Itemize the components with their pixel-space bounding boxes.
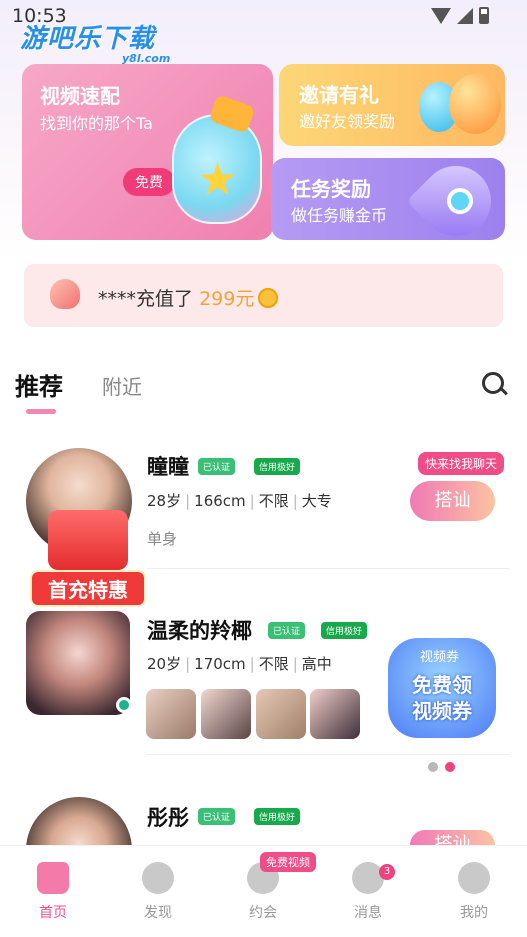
unread-count-badge: 3 bbox=[379, 864, 395, 880]
nav-home[interactable]: 首页 bbox=[13, 862, 93, 922]
coupon-tag: 视频券 bbox=[420, 650, 460, 665]
credit-badge: 信用极好 bbox=[254, 458, 301, 475]
user-education: 大专 bbox=[301, 492, 332, 510]
status-icons bbox=[431, 7, 489, 24]
user-height: 170cm bbox=[194, 655, 246, 673]
nav-label: 约会 bbox=[249, 905, 277, 921]
active-tab-indicator bbox=[26, 409, 56, 414]
chat-invite-bubble: 快来找我聊天 bbox=[418, 452, 505, 475]
home-icon bbox=[37, 862, 69, 894]
signal-icon bbox=[457, 7, 473, 24]
promo-pager bbox=[428, 762, 455, 772]
invite-reward-card[interactable]: 邀请有礼 邀好友领奖励 bbox=[279, 64, 505, 146]
chat-button[interactable]: 搭讪 bbox=[410, 481, 495, 521]
free-badge: 免费 bbox=[123, 168, 175, 196]
video-match-subtitle: 找到你的那个Ta bbox=[40, 114, 153, 133]
user-age: 28岁 bbox=[147, 492, 182, 510]
task-reward-card[interactable]: 任务奖励 做任务赚金币 bbox=[271, 158, 505, 240]
search-button[interactable] bbox=[480, 370, 508, 398]
task-subtitle: 做任务赚金币 bbox=[291, 206, 388, 225]
pager-dot-active[interactable] bbox=[445, 762, 455, 772]
nav-label: 首页 bbox=[39, 905, 67, 921]
user-photo[interactable] bbox=[310, 689, 360, 739]
wifi-icon bbox=[431, 7, 451, 24]
recharge-prefix: ****充值了 bbox=[98, 288, 194, 310]
avatar[interactable] bbox=[26, 611, 130, 715]
user-photo[interactable] bbox=[201, 689, 251, 739]
tab-nearby[interactable]: 附近 bbox=[102, 371, 142, 400]
user-photo[interactable] bbox=[256, 689, 306, 739]
user-name[interactable]: 温柔的羚椰 bbox=[147, 615, 252, 645]
user-age: 20岁 bbox=[147, 655, 182, 673]
recharge-text: ****充值了 299元 bbox=[98, 284, 279, 311]
user-height: 166cm bbox=[194, 492, 246, 510]
tab-recommend[interactable]: 推荐 bbox=[15, 367, 63, 402]
first-charge-label: 首充特惠 bbox=[30, 570, 146, 607]
invite-title: 邀请有礼 bbox=[299, 83, 379, 107]
marital-status: 单身 bbox=[147, 530, 178, 548]
balloon-icon bbox=[449, 74, 501, 134]
user-education: 高中 bbox=[301, 655, 332, 673]
video-match-card[interactable]: 视频速配 找到你的那个Ta 免费 ★ bbox=[22, 64, 273, 240]
watermark-logo: 游吧乐下载 bbox=[20, 24, 156, 54]
nav-discover[interactable]: 发现 bbox=[118, 862, 198, 922]
user-name[interactable]: 瞳瞳 bbox=[147, 451, 189, 481]
divider bbox=[147, 754, 509, 755]
coupon-line-1: 免费领 bbox=[412, 673, 472, 697]
user-name[interactable]: 彤彤 bbox=[147, 802, 189, 832]
red-envelope-icon bbox=[48, 510, 128, 570]
discover-icon bbox=[142, 862, 174, 894]
nav-label: 我的 bbox=[460, 905, 488, 921]
credit-badge: 信用极好 bbox=[321, 622, 368, 639]
first-charge-promo[interactable]: 首充特惠 bbox=[30, 510, 146, 607]
invite-subtitle: 邀好友领奖励 bbox=[299, 112, 396, 131]
user-photo[interactable] bbox=[146, 689, 196, 739]
nav-messages[interactable]: 消息 bbox=[328, 862, 408, 922]
nav-label: 发现 bbox=[144, 905, 172, 921]
pager-dot[interactable] bbox=[428, 762, 438, 772]
online-indicator bbox=[116, 697, 132, 713]
battery-icon bbox=[479, 7, 489, 24]
task-title: 任务奖励 bbox=[291, 177, 371, 201]
profile-icon bbox=[458, 862, 490, 894]
nav-profile[interactable]: 我的 bbox=[434, 862, 514, 922]
verified-badge: 已认证 bbox=[198, 458, 236, 475]
recharge-ticker: ****充值了 299元 bbox=[24, 264, 503, 327]
gift-icon bbox=[50, 279, 80, 309]
rocket-window-icon bbox=[447, 188, 473, 214]
verified-badge: 已认证 bbox=[268, 622, 306, 639]
user-income: 不限 bbox=[258, 492, 289, 510]
free-video-badge: 免费视频 bbox=[260, 852, 316, 872]
user-income: 不限 bbox=[258, 655, 289, 673]
verified-badge: 已认证 bbox=[198, 808, 236, 825]
user-info: 20岁 | 170cm | 不限 | 高中 bbox=[147, 655, 332, 673]
credit-badge: 信用极好 bbox=[254, 808, 301, 825]
nav-label: 消息 bbox=[354, 905, 382, 921]
coupon-label: 免费领 视频券 bbox=[392, 672, 492, 724]
coin-icon bbox=[258, 288, 279, 308]
user-info: 28岁 | 166cm | 不限 | 大专 bbox=[147, 492, 332, 510]
message-icon bbox=[352, 862, 384, 894]
coupon-line-2: 视频券 bbox=[412, 699, 472, 723]
divider bbox=[147, 568, 509, 569]
video-match-title: 视频速配 bbox=[40, 84, 120, 108]
recharge-amount: 299元 bbox=[199, 288, 255, 310]
star-icon: ★ bbox=[197, 152, 239, 206]
